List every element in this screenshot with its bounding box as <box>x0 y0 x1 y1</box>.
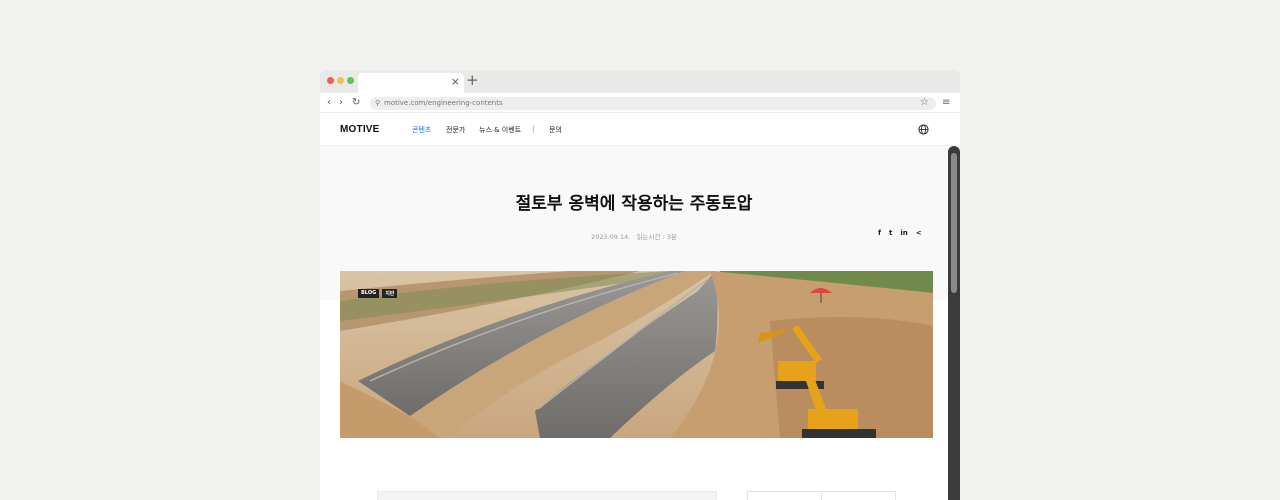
close-tab-icon[interactable]: × <box>451 75 460 89</box>
scrollbar[interactable] <box>948 146 960 500</box>
article-area: 절토부 옹벽에 작용하는 주동토압 2023.09.14. 읽는시간 : 3분 … <box>320 146 960 500</box>
site-header: MOTIVE 콘텐츠 전문가 뉴스 & 이벤트 | 문의 <box>320 113 960 146</box>
tab-bar: × + <box>320 70 960 93</box>
nav-item-contents[interactable]: 콘텐츠 <box>412 125 431 135</box>
scrollbar-thumb[interactable] <box>951 153 957 293</box>
reload-icon[interactable]: ↻ <box>352 96 360 109</box>
share-icon[interactable]: < <box>916 229 922 237</box>
nav-item-contact[interactable]: 문의 <box>549 125 562 135</box>
url-text: motive.com/engineering-contents <box>384 99 503 107</box>
globe-icon[interactable] <box>918 124 929 135</box>
new-tab-icon[interactable]: + <box>466 72 479 89</box>
category-badges: BLOG 지반 <box>358 289 398 298</box>
maximize-window-button[interactable] <box>347 77 354 84</box>
bookmark-star-icon[interactable]: ☆ <box>920 96 929 109</box>
search-icon: ⚲ <box>375 99 381 107</box>
linkedin-icon[interactable]: in <box>900 229 907 237</box>
badge-blog[interactable]: BLOG <box>358 289 380 298</box>
article-hero-image: BLOG 지반 <box>340 271 933 438</box>
sidebar-box <box>747 491 896 500</box>
close-window-button[interactable] <box>327 77 334 84</box>
forward-icon[interactable]: › <box>339 96 343 109</box>
badge-ground[interactable]: 지반 <box>382 289 398 298</box>
browser-tab[interactable]: × <box>358 73 464 93</box>
article-date: 2023.09.14. <box>591 233 631 241</box>
browser-window: × + ‹ › ↻ ⚲ motive.com/engineering-conte… <box>320 70 960 500</box>
article-read-time: 읽는시간 : 3분 <box>636 233 677 241</box>
construction-site-illustration <box>340 271 933 438</box>
minimize-window-button[interactable] <box>337 77 344 84</box>
url-input[interactable]: ⚲ motive.com/engineering-contents <box>370 97 936 110</box>
browser-menu-icon[interactable]: ≡ <box>942 96 950 109</box>
site-logo[interactable]: MOTIVE <box>340 124 380 135</box>
nav-item-news-events[interactable]: 뉴스 & 이벤트 <box>479 125 521 135</box>
twitter-icon[interactable]: t <box>889 229 892 237</box>
nav-divider: | <box>532 125 535 133</box>
window-controls <box>327 77 354 84</box>
address-bar: ‹ › ↻ ⚲ motive.com/engineering-contents … <box>320 93 960 113</box>
article-meta: 2023.09.14. 읽는시간 : 3분 <box>320 231 948 241</box>
content-box <box>377 491 717 500</box>
article-title: 절토부 옹벽에 작용하는 주동토압 <box>515 194 753 214</box>
facebook-icon[interactable]: f <box>878 229 881 237</box>
back-icon[interactable]: ‹ <box>327 96 331 109</box>
nav-item-experts[interactable]: 전문가 <box>446 125 465 135</box>
share-links: f t in < <box>878 229 922 237</box>
